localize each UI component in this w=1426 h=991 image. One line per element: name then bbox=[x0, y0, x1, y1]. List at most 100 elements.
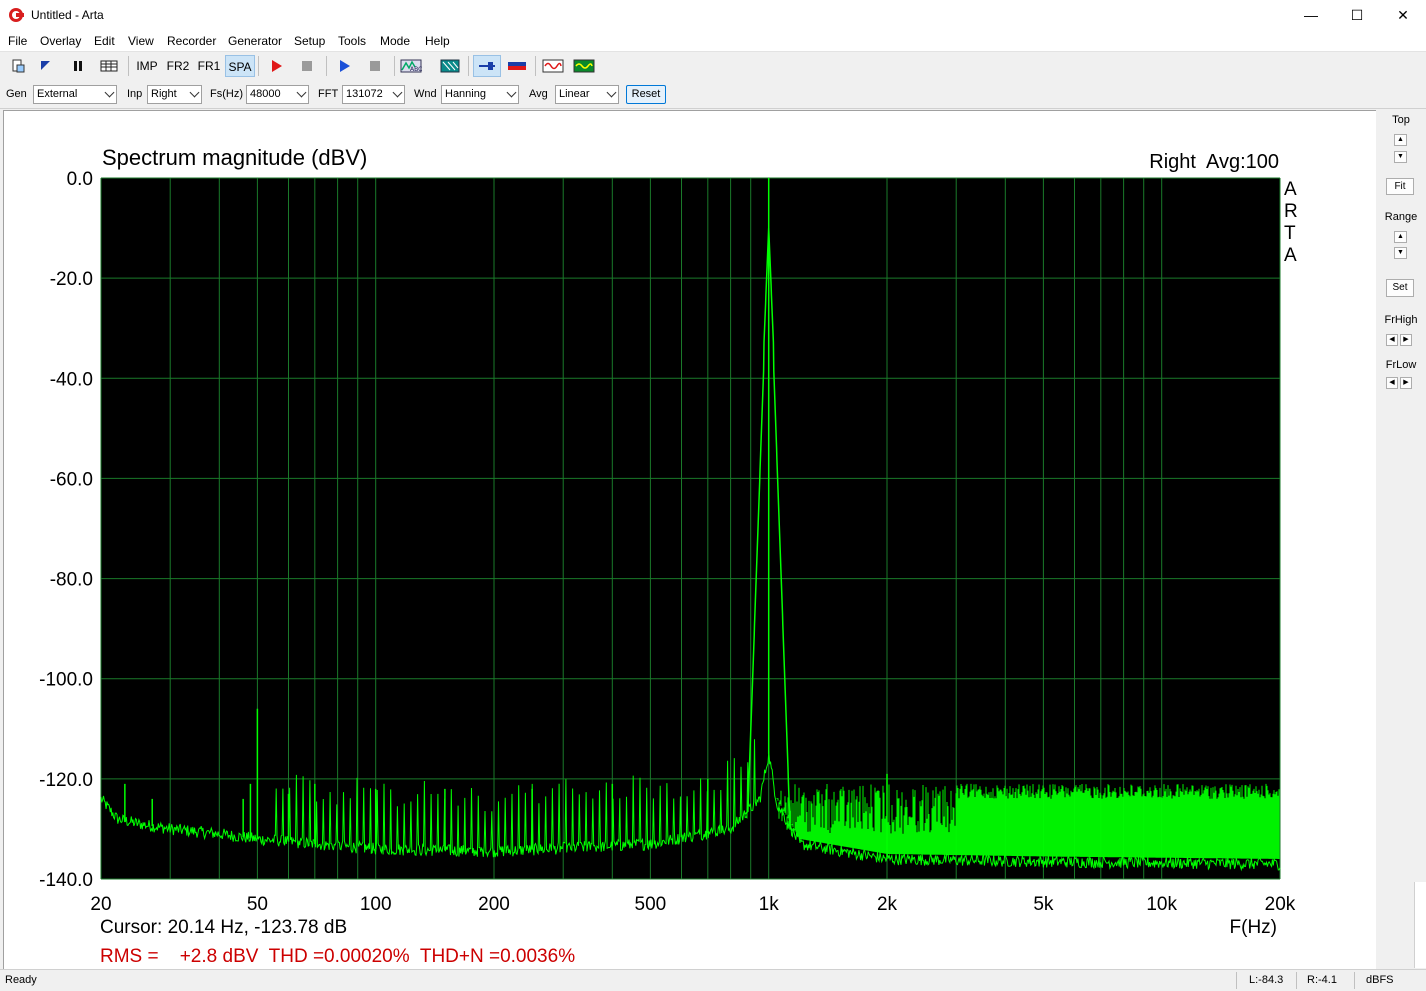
averaging-value: Linear bbox=[559, 88, 590, 100]
menu-mode[interactable]: Mode bbox=[380, 34, 410, 48]
new-file-icon bbox=[12, 59, 25, 73]
fr1-mode-button[interactable]: FR1 bbox=[194, 55, 224, 77]
spa-mode-button[interactable]: SPA bbox=[225, 55, 255, 77]
chevron-down-icon bbox=[296, 87, 307, 98]
fft-label: FFT bbox=[318, 88, 339, 100]
avg-label: Avg bbox=[529, 88, 548, 100]
waterfall-icon bbox=[440, 59, 460, 73]
menu-help[interactable]: Help bbox=[425, 34, 450, 48]
chevron-down-icon bbox=[606, 87, 617, 98]
y-tick-label: -120.0 bbox=[39, 770, 93, 791]
watermark-letter: T bbox=[1284, 223, 1296, 244]
status-separator bbox=[1296, 972, 1297, 989]
menu-setup[interactable]: Setup bbox=[294, 34, 325, 48]
open-file-button[interactable] bbox=[33, 55, 57, 77]
menu-file[interactable]: File bbox=[8, 34, 27, 48]
frhigh-left-spinner[interactable]: ◀ bbox=[1386, 334, 1398, 346]
frhigh-right-spinner[interactable]: ▶ bbox=[1400, 334, 1412, 346]
color-bar-button[interactable] bbox=[505, 55, 529, 77]
top-up-spinner[interactable]: ▲ bbox=[1394, 134, 1407, 146]
fs-label: Fs(Hz) bbox=[210, 88, 243, 100]
menu-generator[interactable]: Generator bbox=[228, 34, 282, 48]
status-text: Ready bbox=[5, 974, 37, 986]
x-axis-label: F(Hz) bbox=[1230, 917, 1277, 938]
parameters-bar: Gen External Inp Right Fs(Hz) 48000 FFT … bbox=[0, 81, 1426, 109]
fr2-mode-button[interactable]: FR2 bbox=[163, 55, 193, 77]
left-level-readout: L:-84.3 bbox=[1249, 974, 1284, 986]
frlow-right-spinner[interactable]: ▶ bbox=[1400, 377, 1412, 389]
toolbar-separator bbox=[468, 56, 469, 76]
menu-recorder[interactable]: Recorder bbox=[167, 34, 216, 48]
menu-edit[interactable]: Edit bbox=[94, 34, 115, 48]
open-arrow-icon bbox=[41, 61, 50, 70]
wnd-label: Wnd bbox=[414, 88, 437, 100]
y-tick-label: 0.0 bbox=[67, 169, 93, 190]
menu-tools[interactable]: Tools bbox=[338, 34, 366, 48]
chevron-down-icon bbox=[189, 87, 200, 98]
window-select[interactable]: Hanning bbox=[441, 85, 519, 104]
new-file-button[interactable] bbox=[6, 55, 30, 77]
hf-noise-band bbox=[776, 783, 1280, 859]
generator-play-button[interactable] bbox=[332, 55, 356, 77]
chevron-down-icon bbox=[104, 87, 115, 98]
menu-overlay[interactable]: Overlay bbox=[40, 34, 81, 48]
oscilloscope-button[interactable] bbox=[541, 55, 565, 77]
close-button[interactable]: ✕ bbox=[1380, 0, 1426, 31]
channel-avg-label: Right Avg:100 bbox=[1149, 151, 1279, 173]
measurement-readout: RMS = +2.8 dBV THD =0.00020% THD+N =0.00… bbox=[100, 946, 575, 967]
arta-logo-icon bbox=[9, 8, 24, 22]
scrollbar[interactable] bbox=[1414, 882, 1426, 968]
spectrum-abc-button[interactable]: ABC bbox=[399, 55, 423, 77]
fit-button[interactable]: Fit bbox=[1386, 178, 1414, 195]
frlow-left-spinner[interactable]: ◀ bbox=[1386, 377, 1398, 389]
top-down-spinner[interactable]: ▼ bbox=[1394, 151, 1407, 163]
cursor-tool-button[interactable] bbox=[473, 55, 501, 77]
title-bar: Untitled - Arta — ☐ ✕ bbox=[0, 0, 1426, 31]
fft-size-select[interactable]: 131072 bbox=[342, 85, 405, 104]
y-tick-label: -140.0 bbox=[39, 870, 93, 891]
range-down-spinner[interactable]: ▼ bbox=[1394, 247, 1407, 259]
range-up-spinner[interactable]: ▲ bbox=[1394, 231, 1407, 243]
record-play-button[interactable] bbox=[264, 55, 288, 77]
input-select[interactable]: Right bbox=[147, 85, 202, 104]
minimize-button[interactable]: — bbox=[1288, 0, 1334, 31]
x-tick-label: 5k bbox=[1033, 894, 1054, 915]
plot-area[interactable] bbox=[101, 178, 1280, 879]
spectrum-abc-icon: ABC bbox=[400, 59, 422, 73]
frlow-label: FrLow bbox=[1385, 359, 1417, 371]
maximize-button[interactable]: ☐ bbox=[1334, 0, 1380, 31]
x-tick-label: 2k bbox=[877, 894, 898, 915]
pause-button[interactable] bbox=[66, 55, 90, 77]
toolbar-separator bbox=[326, 56, 327, 76]
stop-icon bbox=[370, 61, 380, 71]
table-icon bbox=[100, 60, 118, 72]
side-control-panel: Top ▲ ▼ Fit Range ▲ ▼ Set FrHigh ◀ ▶ FrL… bbox=[1376, 110, 1426, 968]
spectrum-chart[interactable]: 0.0 -20.0 -40.0 -60.0 -80.0 -100.0 -120.0 -140.… bbox=[4, 111, 1376, 969]
right-level-readout: R:-4.1 bbox=[1307, 974, 1337, 986]
svg-text:ABC: ABC bbox=[410, 66, 422, 73]
spectrum-plot-panel[interactable]: 0.0 -20.0 -40.0 -60.0 -80.0 -100.0 -120.0 -140.… bbox=[3, 110, 1376, 969]
table-button[interactable] bbox=[97, 55, 121, 77]
x-tick-label: 50 bbox=[247, 894, 268, 915]
top-label: Top bbox=[1392, 114, 1410, 126]
waterfall-button[interactable] bbox=[438, 55, 462, 77]
record-stop-button[interactable] bbox=[295, 55, 319, 77]
signal-monitor-button[interactable] bbox=[572, 55, 596, 77]
stop-icon bbox=[302, 61, 312, 71]
generator-select[interactable]: External bbox=[33, 85, 117, 104]
reset-button[interactable]: Reset bbox=[626, 85, 666, 104]
oscilloscope-icon bbox=[542, 59, 564, 73]
input-value: Right bbox=[151, 88, 177, 100]
set-button[interactable]: Set bbox=[1386, 279, 1414, 297]
menu-view[interactable]: View bbox=[128, 34, 154, 48]
x-tick-label: 200 bbox=[478, 894, 510, 915]
sample-rate-select[interactable]: 48000 bbox=[246, 85, 309, 104]
averaging-select[interactable]: Linear bbox=[555, 85, 619, 104]
cursor-readout: Cursor: 20.14 Hz, -123.78 dB bbox=[100, 917, 347, 938]
y-tick-label: -80.0 bbox=[50, 570, 93, 591]
sample-rate-value: 48000 bbox=[250, 88, 281, 100]
generator-stop-button[interactable] bbox=[363, 55, 387, 77]
imp-mode-button[interactable]: IMP bbox=[132, 55, 162, 77]
watermark-letter: A bbox=[1284, 245, 1297, 266]
frhigh-label: FrHigh bbox=[1384, 314, 1418, 326]
